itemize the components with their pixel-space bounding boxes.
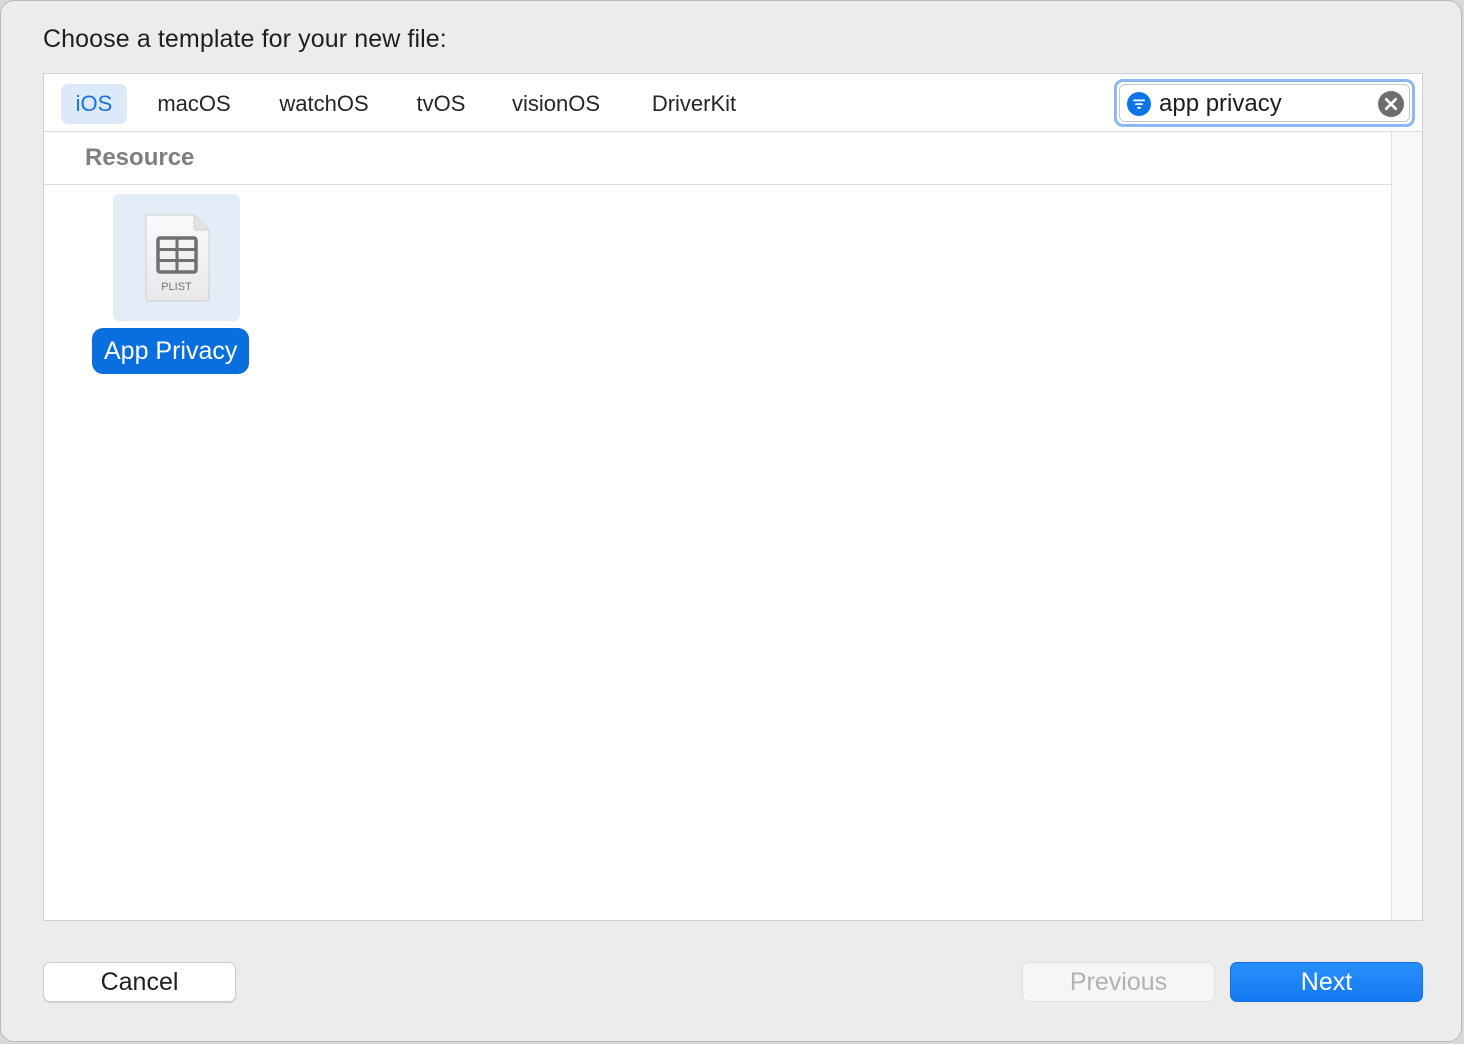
section-title: Resource <box>85 144 195 171</box>
next-button[interactable]: Next <box>1230 962 1423 1002</box>
tab-visionos[interactable]: visionOS <box>500 84 612 124</box>
tab-macos[interactable]: macOS <box>146 84 242 124</box>
scrollbar-track[interactable] <box>1391 132 1422 920</box>
template-list: Resource PLIST App Privacy <box>44 132 1391 920</box>
template-label: App Privacy <box>92 328 250 374</box>
cancel-button[interactable]: Cancel <box>43 962 236 1002</box>
search-input[interactable] <box>1159 88 1369 120</box>
template-icon-highlight <box>113 194 240 321</box>
new-file-sheet: Choose a template for your new file: iOS… <box>0 0 1462 1042</box>
template-panel: iOS macOS watchOS tvOS visionOS DriverKi… <box>43 73 1423 921</box>
section-header: Resource <box>44 132 1391 185</box>
clear-icon[interactable] <box>1378 91 1404 117</box>
tab-tvos[interactable]: tvOS <box>404 84 478 124</box>
tab-ios[interactable]: iOS <box>61 84 127 124</box>
tab-driverkit[interactable]: DriverKit <box>638 84 750 124</box>
tab-watchos[interactable]: watchOS <box>267 84 381 124</box>
dialog-title: Choose a template for your new file: <box>43 25 447 53</box>
template-app-privacy[interactable]: PLIST App Privacy <box>92 194 264 376</box>
plist-file-icon <box>145 214 210 302</box>
previous-button[interactable]: Previous <box>1022 962 1215 1002</box>
template-search-field[interactable] <box>1114 79 1415 127</box>
filter-icon <box>1127 92 1151 116</box>
plist-icon-caption: PLIST <box>161 281 192 293</box>
platform-tab-bar: iOS macOS watchOS tvOS visionOS DriverKi… <box>44 74 1422 132</box>
